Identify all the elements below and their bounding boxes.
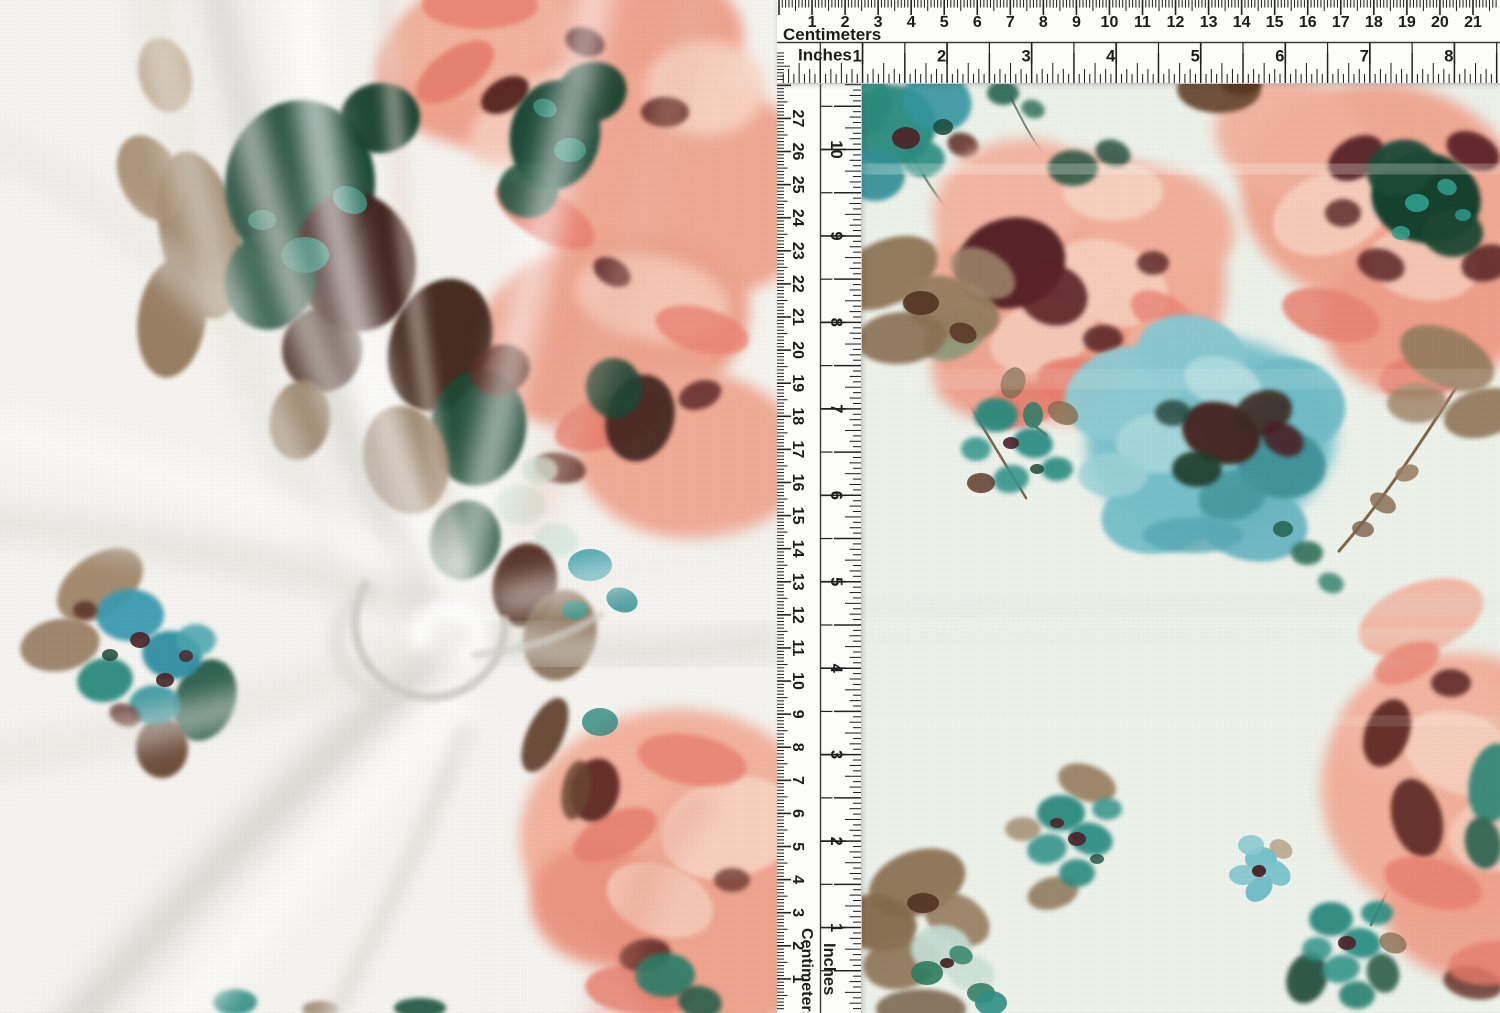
- svg-text:10: 10: [1101, 14, 1119, 31]
- svg-text:18: 18: [1365, 14, 1383, 31]
- svg-text:10: 10: [827, 140, 845, 158]
- horizontal-ruler: 123456789101112131415161718192021 Centim…: [777, 0, 1500, 84]
- svg-text:5: 5: [827, 577, 845, 586]
- horizontal-inch-numbers: 1 2 3 4 5 6 7 8: [852, 48, 1453, 66]
- svg-text:16: 16: [789, 474, 806, 492]
- svg-text:7: 7: [827, 404, 845, 413]
- svg-text:4: 4: [789, 875, 806, 884]
- vertical-inch-ticks: [821, 47, 862, 1009]
- svg-text:4: 4: [1106, 48, 1116, 66]
- svg-text:21: 21: [1464, 14, 1482, 31]
- horizontal-inches-label: Inches: [798, 46, 852, 65]
- svg-text:2: 2: [937, 48, 946, 66]
- svg-text:2: 2: [827, 837, 845, 846]
- svg-text:10: 10: [789, 672, 806, 690]
- svg-text:13: 13: [789, 573, 806, 591]
- horizontal-cm-ticks: [779, 0, 1496, 15]
- svg-text:13: 13: [1200, 14, 1218, 31]
- svg-text:18: 18: [789, 407, 806, 425]
- svg-text:8: 8: [827, 318, 845, 327]
- vertical-cm-ticks: [777, 46, 791, 1009]
- svg-text:9: 9: [1072, 14, 1081, 31]
- svg-text:1: 1: [852, 48, 861, 66]
- svg-text:8: 8: [1444, 48, 1453, 66]
- svg-text:22: 22: [789, 275, 806, 293]
- horizontal-centimeters-label: Centimeters: [783, 25, 881, 44]
- svg-text:16: 16: [1299, 14, 1317, 31]
- svg-text:20: 20: [1431, 14, 1449, 31]
- vertical-inch-numbers: 1 2 3 4 5 6 7 8 9 10: [827, 140, 845, 932]
- vertical-inches-label: Inches: [820, 943, 838, 995]
- swirl-fabric-art: [0, 0, 777, 1013]
- vertical-cm-numbers: 1234567891011121314151617181920212223242…: [789, 110, 806, 984]
- svg-text:9: 9: [827, 231, 845, 240]
- svg-text:17: 17: [1332, 14, 1350, 31]
- svg-text:1: 1: [827, 923, 845, 932]
- svg-text:23: 23: [789, 242, 806, 260]
- svg-text:14: 14: [1233, 14, 1251, 31]
- svg-text:7: 7: [1006, 14, 1015, 31]
- svg-text:19: 19: [789, 374, 806, 392]
- svg-text:12: 12: [1167, 14, 1185, 31]
- swirled-fabric-photo: [0, 0, 777, 1013]
- svg-text:27: 27: [789, 110, 806, 128]
- svg-text:26: 26: [789, 143, 806, 161]
- svg-text:3: 3: [789, 908, 806, 917]
- flat-fabric-photo: [861, 83, 1500, 1013]
- svg-text:5: 5: [1191, 48, 1200, 66]
- svg-text:24: 24: [789, 209, 806, 227]
- svg-text:19: 19: [1398, 14, 1416, 31]
- svg-text:5: 5: [940, 14, 949, 31]
- fabric-product-photo: 1234567891011121314151617181920212223242…: [0, 0, 1500, 1013]
- svg-text:3: 3: [1022, 48, 1031, 66]
- horizontal-cm-numbers: 123456789101112131415161718192021: [808, 14, 1482, 31]
- svg-text:11: 11: [789, 639, 806, 656]
- svg-text:21: 21: [789, 308, 806, 326]
- svg-text:6: 6: [1275, 48, 1284, 66]
- svg-text:9: 9: [789, 710, 806, 719]
- svg-text:3: 3: [827, 750, 845, 759]
- svg-text:7: 7: [789, 776, 806, 785]
- svg-text:6: 6: [789, 809, 806, 818]
- horizontal-inch-ticks: [783, 43, 1496, 84]
- svg-text:8: 8: [1039, 14, 1048, 31]
- svg-text:12: 12: [789, 606, 806, 624]
- svg-text:20: 20: [789, 341, 806, 359]
- svg-text:7: 7: [1360, 48, 1369, 66]
- svg-text:15: 15: [789, 507, 806, 525]
- svg-text:11: 11: [1134, 14, 1151, 31]
- svg-text:4: 4: [907, 14, 916, 31]
- vertical-ruler: 1234567891011121314151617181920212223242…: [777, 0, 862, 1013]
- vertical-centimeters-label: Centimeters: [798, 928, 815, 1013]
- svg-text:8: 8: [789, 743, 806, 752]
- svg-text:25: 25: [789, 176, 806, 194]
- svg-text:6: 6: [973, 14, 982, 31]
- svg-text:17: 17: [789, 440, 806, 458]
- svg-text:15: 15: [1266, 14, 1284, 31]
- svg-text:4: 4: [827, 664, 845, 674]
- svg-text:5: 5: [789, 842, 806, 851]
- flat-fabric-art: [861, 83, 1500, 1013]
- svg-text:6: 6: [827, 491, 845, 500]
- svg-text:14: 14: [789, 540, 806, 558]
